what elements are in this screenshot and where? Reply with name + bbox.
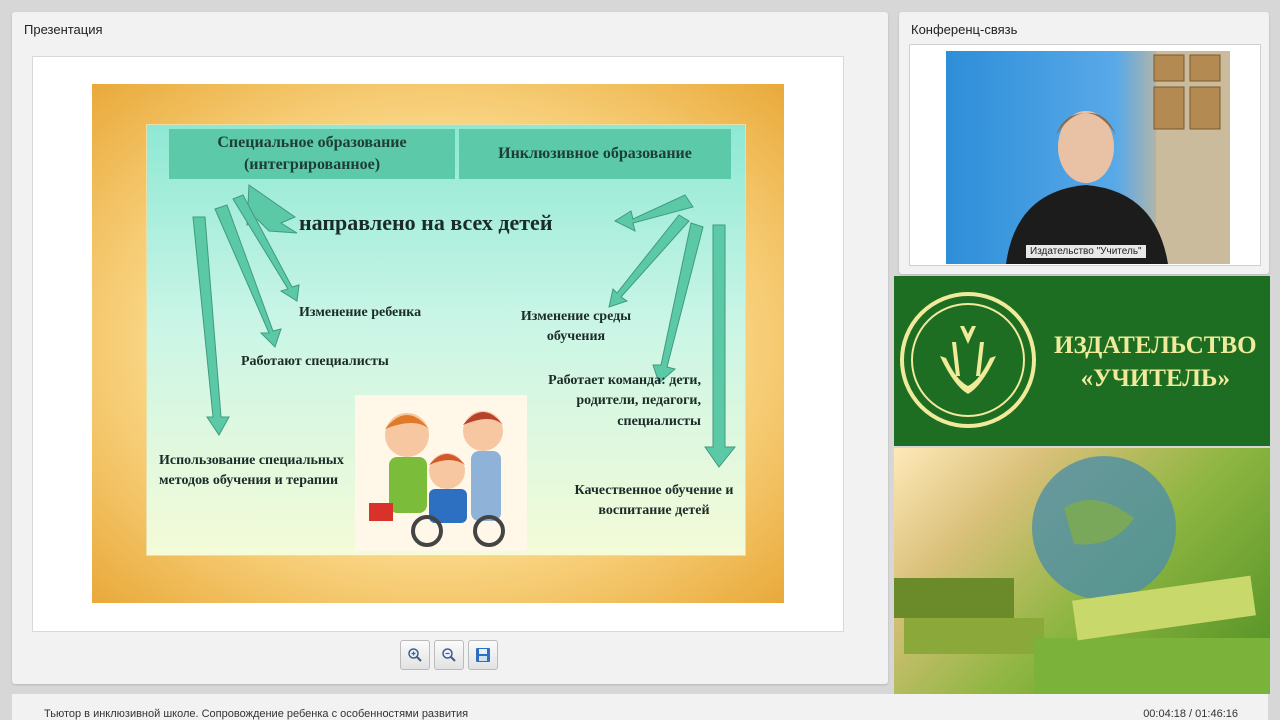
- slide-left-item-3: Использование специальных методов обучен…: [159, 453, 344, 489]
- slide-left-item-1: Изменение ребенка: [299, 305, 422, 320]
- slide-right-item-3: Качественное обучение и воспитание детей: [574, 483, 734, 519]
- course-title: Тьютор в инклюзивной школе. Сопровождени…: [44, 708, 469, 720]
- slide-content: Специальное образование (интегрированное…: [146, 124, 746, 556]
- slide-right-item-1: Изменение среды обучения: [520, 309, 632, 345]
- children-illustration: [355, 395, 527, 551]
- arrow-left-4: [192, 216, 230, 436]
- publisher-banner: ИЗДАТЕЛЬСТВО «УЧИТЕЛЬ»: [894, 276, 1270, 446]
- publisher-name: ИЗДАТЕЛЬСТВО «УЧИТЕЛЬ»: [1054, 330, 1257, 395]
- zoom-out-icon: [442, 648, 456, 662]
- slide-left-item-2: Работают специалисты: [241, 354, 389, 369]
- publisher-logo: [900, 292, 1036, 428]
- conference-panel-title: Конференц-связь: [911, 22, 1018, 37]
- video-frame[interactable]: Издательство "Учитель": [909, 44, 1261, 266]
- playback-timecode: 00:04:18 / 01:46:16: [1143, 708, 1238, 720]
- zoom-in-button[interactable]: [400, 640, 430, 670]
- zoom-in-icon: [408, 648, 422, 662]
- video-caption: Издательство "Учитель": [1026, 245, 1146, 258]
- slide-viewer[interactable]: Специальное образование (интегрированное…: [32, 56, 844, 632]
- floppy-disk-icon: [476, 648, 490, 662]
- slide: Специальное образование (интегрированное…: [92, 84, 784, 603]
- save-button[interactable]: [468, 640, 498, 670]
- books-globe-image: [894, 448, 1270, 694]
- books-globe-art: [894, 456, 1270, 694]
- status-bar: Тьютор в инклюзивной школе. Сопровождени…: [12, 694, 1268, 720]
- publisher-name-line2: «УЧИТЕЛЬ»: [1080, 364, 1230, 392]
- speaker-video: Издательство "Учитель": [946, 51, 1230, 264]
- presentation-panel: Презентация Специальное образование (инт…: [12, 12, 888, 684]
- presentation-toolbar: [400, 640, 498, 670]
- conference-panel: Конференц-связь Издательство "Учитель": [899, 12, 1269, 274]
- slide-right-item-2: Работает команда: дети, родители, педаго…: [548, 373, 701, 429]
- presentation-panel-title: Презентация: [24, 22, 103, 37]
- video-scene: [1006, 51, 1230, 264]
- zoom-out-button[interactable]: [434, 640, 464, 670]
- publisher-name-line1: ИЗДАТЕЛЬСТВО: [1054, 332, 1257, 359]
- arrow-right-4: [704, 224, 737, 468]
